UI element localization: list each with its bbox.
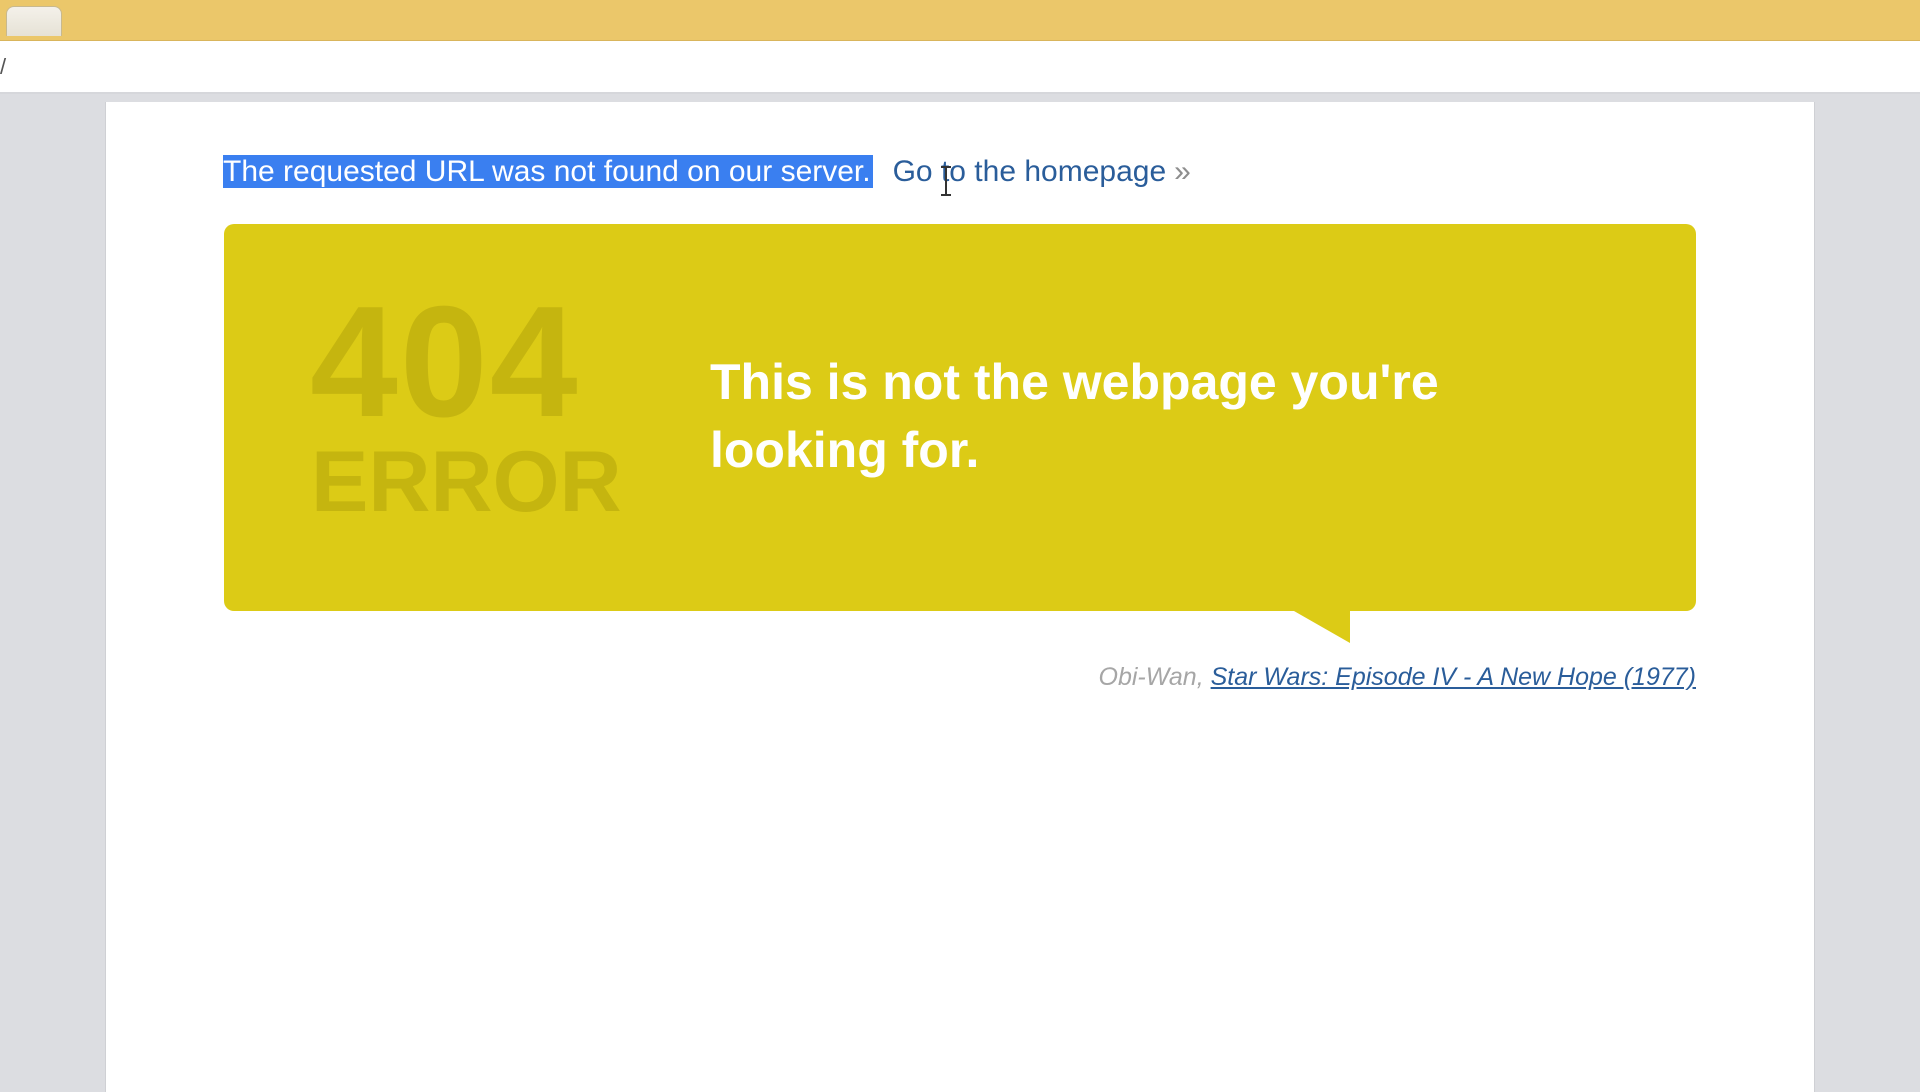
quote-credit: Obi-Wan, Star Wars: Episode IV - A New H… [1099,663,1696,692]
quote-source-link[interactable]: Star Wars: Episode IV - A New Hope (1977… [1211,663,1696,691]
speech-bubble-tail [1294,611,1350,643]
error-word: ERROR [311,434,622,530]
quote-author: Obi-Wan, [1098,663,1211,691]
browser-tab[interactable] [6,6,62,36]
homepage-arrow: » [1174,155,1191,188]
error-code: 404 [310,274,580,450]
address-bar[interactable]: / [0,41,1920,94]
address-text[interactable]: / [0,54,6,80]
browser-titlebar [0,0,1920,41]
top-message-line: The requested URL was not found on our s… [223,153,1191,191]
text-cursor-icon [941,166,951,196]
error-headline: This is not the webpage you're looking f… [710,354,1439,478]
not-found-message: The requested URL was not found on our s… [223,155,873,188]
homepage-link[interactable]: Go to the homepage [893,155,1167,188]
